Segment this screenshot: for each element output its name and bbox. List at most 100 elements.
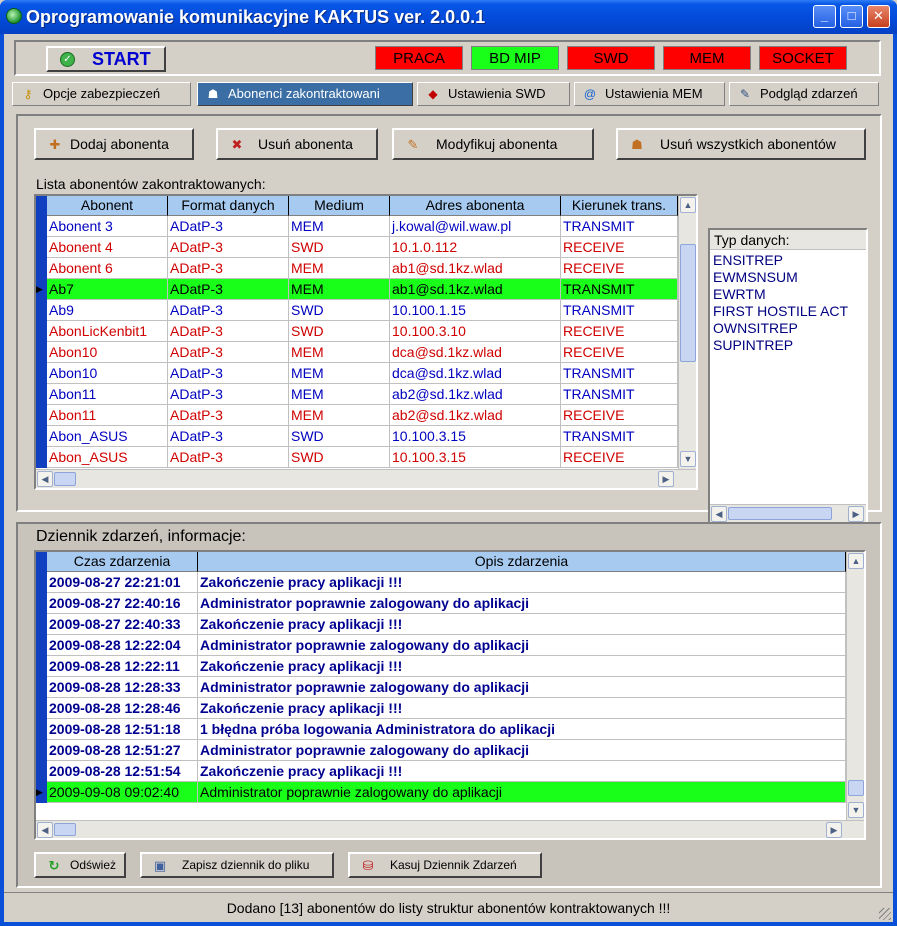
event-log-table[interactable]: Czas zdarzenia Opis zdarzenia 2009-08-27 …: [34, 550, 866, 840]
column-header[interactable]: Medium: [289, 196, 390, 216]
save-log-button[interactable]: ▣ Zapisz dziennik do pliku: [140, 852, 334, 878]
table-cell: dca@sd.1kz.wlad: [390, 342, 561, 363]
table-row[interactable]: 2009-08-28 12:22:04 Administrator poprawn…: [36, 635, 846, 656]
table-row[interactable]: 2009-08-27 22:21:01 Zakończenie pracy apl…: [36, 572, 846, 593]
column-header[interactable]: Kierunek trans.: [561, 196, 678, 216]
add-subscriber-button[interactable]: ✚ Dodaj abonenta: [34, 128, 194, 160]
table-row[interactable]: 2009-08-28 12:51:27 Administrator poprawn…: [36, 740, 846, 761]
table-cell: 10.1.0.112: [390, 237, 561, 258]
scroll-up-arrow-icon[interactable]: ▲: [680, 197, 696, 213]
tab-podglad-zdarzen[interactable]: ✎ Podgląd zdarzeń: [729, 82, 879, 106]
app-window: Oprogramowanie komunikacyjne KAKTUS ver.…: [0, 0, 897, 926]
tab-ustawienia-mem[interactable]: @ Ustawienia MEM: [574, 82, 725, 106]
table-cell: TRANSMIT: [561, 216, 678, 237]
table-row[interactable]: 2009-08-28 12:28:33 Administrator poprawn…: [36, 677, 846, 698]
table-row[interactable]: 2009-08-28 12:51:18 1 błędna próba logowa…: [36, 719, 846, 740]
table-row[interactable]: Abon10 ADatP-3 MEM dca@sd.1kz.wlad TRANSMIT: [36, 363, 678, 384]
scroll-thumb[interactable]: [54, 472, 76, 486]
tab-opcje-zabezpieczen[interactable]: ⚷ Opcje zabezpieczeń: [12, 82, 191, 106]
table-cell: Zakończenie pracy aplikacji !!!: [198, 698, 846, 719]
table-cell: Zakończenie pracy aplikacji !!!: [198, 614, 846, 635]
scroll-down-arrow-icon[interactable]: ▼: [680, 451, 696, 467]
log-vscrollbar[interactable]: ▲ ▼: [846, 552, 864, 820]
list-item[interactable]: EWMSNSUM: [713, 269, 798, 285]
tab-abonenci-zakontraktowani[interactable]: ☗ Abonenci zakontraktowani: [197, 82, 413, 106]
title-bar[interactable]: Oprogramowanie komunikacyjne KAKTUS ver.…: [0, 0, 897, 34]
table-cell: Administrator poprawnie zalogowany do ap…: [198, 782, 846, 803]
column-header[interactable]: Opis zdarzenia: [198, 552, 846, 572]
app-icon: [6, 8, 22, 24]
table-row[interactable]: Abonent 6 ADatP-3 MEM ab1@sd.1kz.wlad RECEIV…: [36, 258, 678, 279]
column-header[interactable]: Abonent: [47, 196, 168, 216]
clear-log-button[interactable]: ⛁ Kasuj Dziennik Zdarzeń: [348, 852, 542, 878]
remove-subscriber-button[interactable]: ✖ Usuń abonenta: [216, 128, 378, 160]
scroll-right-arrow-icon[interactable]: ▶: [826, 822, 842, 838]
floppy-disk-icon: ▣: [153, 858, 167, 873]
table-row[interactable]: 2009-08-27 22:40:33 Zakończenie pracy apl…: [36, 614, 846, 635]
table-row[interactable]: Abon10 ADatP-3 MEM dca@sd.1kz.wlad RECEIVE: [36, 342, 678, 363]
list-item[interactable]: EWRTM: [713, 286, 766, 302]
scroll-thumb[interactable]: [54, 823, 76, 836]
maximize-button[interactable]: □: [840, 5, 863, 28]
modify-subscriber-button[interactable]: ✎ Modyfikuj abonenta: [392, 128, 594, 160]
table-cell: RECEIVE: [561, 258, 678, 279]
tab-ustawienia-swd[interactable]: ◆ Ustawienia SWD: [417, 82, 570, 106]
table-row[interactable]: Ab9 ADatP-3 SWD 10.100.1.15 TRANSMIT: [36, 300, 678, 321]
table-row[interactable]: ▶ Ab7 ADatP-3 MEM ab1@sd.1kz.wlad TRANSMIT: [36, 279, 678, 300]
scroll-left-arrow-icon[interactable]: ◀: [37, 822, 53, 838]
table-cell: 2009-08-27 22:21:01: [47, 572, 198, 593]
log-hscrollbar[interactable]: ◀ ▶: [36, 820, 864, 838]
close-button[interactable]: ✕: [867, 5, 890, 28]
window-title: Oprogramowanie komunikacyjne KAKTUS ver.…: [26, 7, 486, 27]
scroll-up-arrow-icon[interactable]: ▲: [848, 553, 864, 569]
subscribers-panel: ✚ Dodaj abonenta ✖ Usuń abonenta ✎ Modyf…: [16, 114, 882, 524]
resize-grip-icon[interactable]: [879, 908, 891, 920]
table-row[interactable]: ▶ 2009-09-08 09:02:40 Administrator popraw…: [36, 782, 846, 803]
check-icon: ✓: [60, 52, 75, 67]
table-row[interactable]: Abon_ASUS ADatP-3 SWD 10.100.3.15 RECEIVE: [36, 447, 678, 468]
minimize-button[interactable]: _: [813, 5, 836, 28]
table-row[interactable]: Abonent 4 ADatP-3 SWD 10.1.0.112 RECEIVE: [36, 237, 678, 258]
row-indicator: [36, 447, 47, 468]
refresh-button[interactable]: ↻ Odśwież: [34, 852, 126, 878]
table-row[interactable]: Abonent 3 ADatP-3 MEM j.kowal@wil.waw.pl TRA…: [36, 216, 678, 237]
scroll-thumb[interactable]: [728, 507, 832, 520]
column-header[interactable]: Czas zdarzenia: [47, 552, 198, 572]
table-cell: SWD: [289, 300, 390, 321]
data-types-hscrollbar[interactable]: ◀ ▶: [710, 504, 866, 522]
data-types-list[interactable]: Typ danych: ENSITREP EWMSNSUM EWRTM FIRST H…: [708, 228, 868, 524]
list-item[interactable]: FIRST HOSTILE ACT: [713, 303, 848, 319]
table-cell: Ab7: [47, 279, 168, 300]
scroll-right-arrow-icon[interactable]: ▶: [658, 471, 674, 487]
table-row[interactable]: Abon_ASUS ADatP-3 SWD 10.100.3.15 TRANSMIT: [36, 426, 678, 447]
subscribers-table[interactable]: Abonent Format danych Medium Adres abonenta…: [34, 194, 698, 490]
table-row[interactable]: AbonLicKenbit1 ADatP-3 SWD 10.100.3.10 RECEI…: [36, 321, 678, 342]
table-row[interactable]: 2009-08-27 22:40:16 Administrator poprawn…: [36, 593, 846, 614]
column-header[interactable]: Format danych: [168, 196, 289, 216]
table-cell: Abon10: [47, 342, 168, 363]
status-toolbar: ✓ START PRACA BD MIP SWD MEM SOCKET: [14, 40, 881, 76]
scroll-thumb[interactable]: [848, 780, 864, 796]
subscribers-vscrollbar[interactable]: ▲ ▼: [678, 196, 696, 469]
subscribers-hscrollbar[interactable]: ◀ ▶: [36, 469, 696, 488]
scroll-left-arrow-icon[interactable]: ◀: [37, 471, 53, 487]
scroll-left-arrow-icon[interactable]: ◀: [711, 506, 727, 522]
table-cell: Administrator poprawnie zalogowany do ap…: [198, 593, 846, 614]
data-types-header: Typ danych:: [710, 230, 866, 250]
list-item[interactable]: SUPINTREP: [713, 337, 793, 353]
remove-all-subscribers-button[interactable]: ☗ Usuń wszystkich abonentów: [616, 128, 866, 160]
table-cell: Ab9: [47, 300, 168, 321]
scroll-down-arrow-icon[interactable]: ▼: [848, 802, 864, 818]
table-row[interactable]: 2009-08-28 12:51:54 Zakończenie pracy apl…: [36, 761, 846, 782]
start-button[interactable]: ✓ START: [46, 46, 166, 72]
scroll-right-arrow-icon[interactable]: ▶: [848, 506, 864, 522]
table-row[interactable]: Abon11 ADatP-3 MEM ab2@sd.1kz.wlad RECEIVE: [36, 405, 678, 426]
column-header[interactable]: Adres abonenta: [390, 196, 561, 216]
table-row[interactable]: Abon11 ADatP-3 MEM ab2@sd.1kz.wlad TRANSMIT: [36, 384, 678, 405]
list-item[interactable]: ENSITREP: [713, 252, 783, 268]
list-item[interactable]: OWNSITREP: [713, 320, 798, 336]
table-row[interactable]: 2009-08-28 12:28:46 Zakończenie pracy apl…: [36, 698, 846, 719]
scroll-thumb[interactable]: [680, 244, 696, 362]
table-row[interactable]: 2009-08-28 12:22:11 Zakończenie pracy apl…: [36, 656, 846, 677]
button-label: Usuń wszystkich abonentów: [660, 136, 836, 152]
